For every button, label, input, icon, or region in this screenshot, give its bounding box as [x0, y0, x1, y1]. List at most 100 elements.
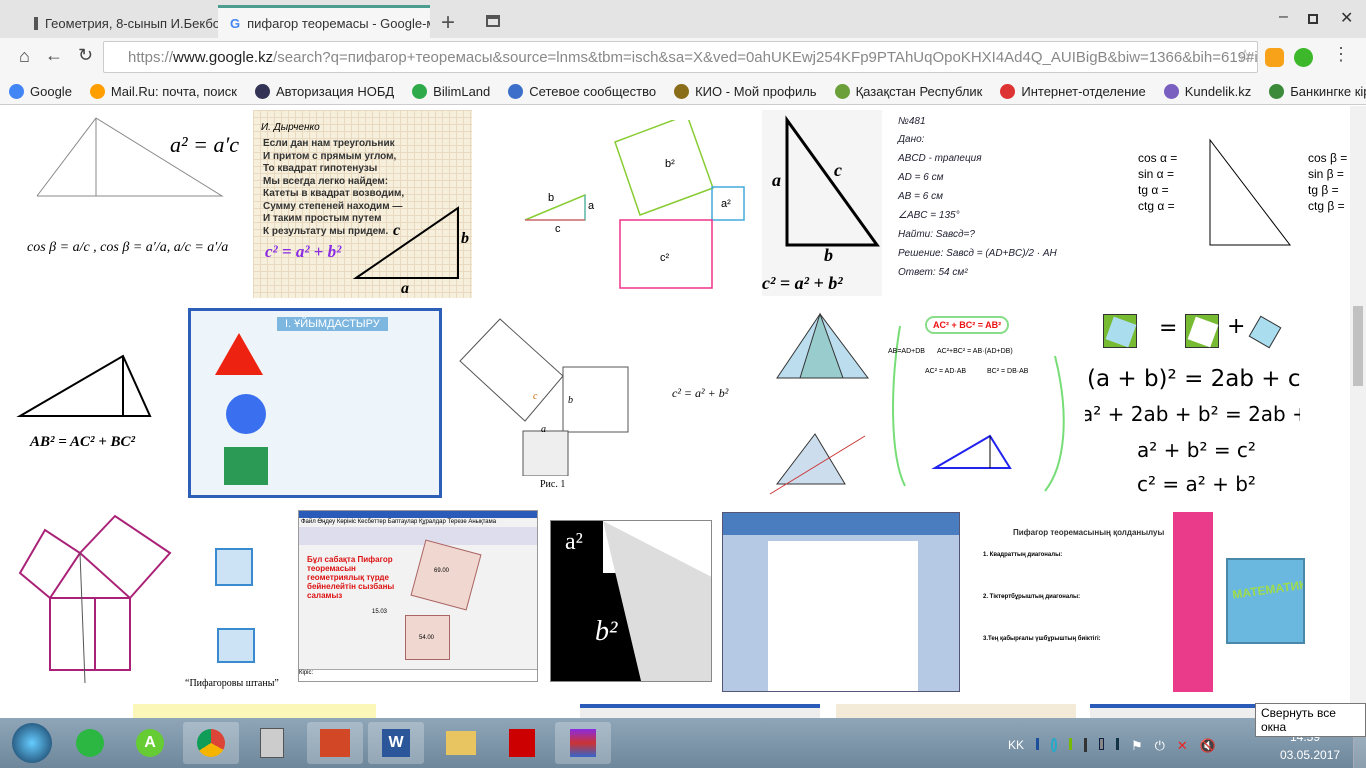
network-icon[interactable]: ✕	[1177, 738, 1188, 754]
image-result[interactable]: c² = a² + b²	[672, 386, 762, 406]
tab-bar: Геометрия, 8-сынып И.Бекбоев G пифагор т…	[0, 0, 1366, 38]
a-app-taskbar-icon[interactable]: A	[122, 722, 178, 764]
close-button[interactable]: ✕	[1340, 8, 1353, 28]
bookmark-item[interactable]: Авторизация НОБД	[246, 83, 403, 99]
bookmark-item[interactable]: Kundelik.kz	[1155, 83, 1260, 99]
text-line: ∠ABC = 135°	[898, 210, 960, 221]
image-result[interactable]: Пифагор теоремасының қолданылуы 1. Квадр…	[973, 512, 1213, 692]
tab-overview-icon[interactable]	[486, 15, 500, 27]
image-result[interactable]: a c b c² = a² + b²	[762, 110, 882, 296]
image-result[interactable]: AB² = AC² + BC²	[0, 306, 180, 466]
whatsapp-taskbar-icon[interactable]	[62, 722, 118, 764]
dolby-icon[interactable]	[1036, 738, 1040, 750]
image-result[interactable]: Файл Өңдеу Көрініс Кесбеттер Баптаулар Қ…	[298, 510, 538, 682]
image-result[interactable]: c b a Рис. 1	[455, 311, 640, 491]
triangle-diagram	[769, 312, 869, 495]
square-figure	[217, 628, 255, 663]
bookmark-item[interactable]: Сетевое сообщество	[499, 83, 665, 99]
text-line: sin α =	[1138, 167, 1174, 181]
bookmark-item[interactable]: Mail.Ru: почта, поиск	[81, 83, 246, 99]
image-result[interactable]	[765, 306, 880, 498]
winrar-taskbar-icon[interactable]	[555, 722, 611, 764]
start-button[interactable]	[12, 723, 52, 763]
square-figure	[1185, 314, 1219, 348]
scrollbar-thumb[interactable]	[1353, 306, 1363, 386]
image-result[interactable]	[133, 704, 376, 718]
power-icon[interactable]: ⏻	[1155, 738, 1165, 754]
reload-icon[interactable]: ↻	[78, 45, 93, 66]
google-icon: G	[230, 15, 241, 31]
tab-google[interactable]: G пифагор теоремасы - Google-м	[218, 5, 430, 38]
tab-geometry[interactable]: Геометрия, 8-сынып И.Бекбоев	[22, 8, 232, 38]
scrollbar[interactable]	[1350, 106, 1366, 718]
text-line: И притом с прямым углом,	[263, 150, 397, 162]
image-result[interactable]: = + (a + b)² = 2ab + c² a² + 2ab + b² = …	[1085, 310, 1300, 500]
minimize-button[interactable]: –	[1279, 8, 1288, 26]
home-icon[interactable]: ⌂	[19, 46, 30, 67]
nvidia-icon[interactable]	[1069, 738, 1073, 750]
text-line: ABCD - трапеция	[898, 153, 982, 164]
new-tab-button[interactable]: +	[441, 9, 455, 37]
bookmark-item[interactable]: Google	[0, 83, 81, 99]
address-bar[interactable]: https://www.google.kz/search?q=пифагор+т…	[103, 41, 1258, 73]
bookmark-item[interactable]: Интернет-отделение	[991, 83, 1154, 99]
acrobat-taskbar-icon[interactable]	[494, 722, 550, 764]
menu-icon[interactable]: ⋮	[1332, 44, 1350, 65]
triangle-shape	[215, 333, 263, 375]
chat-extension-icon[interactable]	[1265, 48, 1284, 67]
image-result[interactable]	[10, 508, 180, 688]
square-figure	[1248, 315, 1282, 349]
square-figure	[215, 548, 253, 586]
image-result[interactable]: I. ҰЙЫМДАСТЫРУ	[188, 308, 442, 498]
image-result[interactable]	[836, 704, 1076, 718]
text-line: cos α =	[1138, 151, 1178, 165]
bookmark-icon	[508, 83, 524, 99]
restore-button[interactable]	[1308, 14, 1318, 24]
star-icon[interactable]: ☆	[1237, 46, 1253, 67]
bookmark-item[interactable]: КИО - Мой профиль	[665, 83, 825, 99]
explorer-taskbar-icon[interactable]	[433, 722, 489, 764]
image-result[interactable]: №481 Дано: ABCD - трапеция AD = 6 см AB = 6 …	[893, 116, 1118, 294]
image-result[interactable]	[580, 704, 820, 718]
bookmark-item[interactable]: Қазақстан Республик	[826, 83, 992, 99]
calculator-taskbar-icon[interactable]	[244, 722, 300, 764]
image-result[interactable]: AC² + BC² = AB² AB=AD+DB AC²+BC² = AB·(A…	[885, 306, 1075, 498]
chrome-taskbar-icon[interactable]	[183, 722, 239, 764]
bookmark-icon	[412, 83, 428, 99]
tray-icons[interactable]: ⚑ ⏻ ✕ 🔇	[1036, 738, 1216, 754]
image-result[interactable]: МАТЕМАТИКА	[1226, 558, 1305, 644]
bookmark-icon	[1269, 83, 1285, 99]
image-result[interactable]: “Пифагоровы штаны”	[185, 508, 290, 694]
list-extension-icon[interactable]	[1294, 48, 1313, 67]
bookmark-item[interactable]: Банкингке кіру	[1260, 83, 1366, 99]
document-page	[768, 541, 918, 691]
bookmark-item[interactable]: BilimLand	[403, 83, 499, 99]
language-indicator[interactable]: KK	[1008, 738, 1024, 752]
image-result[interactable]: cos α = sin α = tg α = ctg α = cos β = sin β…	[1130, 110, 1350, 296]
image-result[interactable]: a² b²	[550, 520, 712, 682]
image-result[interactable]	[722, 512, 960, 692]
bookmark-icon	[9, 83, 24, 99]
powerpoint-taskbar-icon[interactable]	[307, 722, 363, 764]
monitor-icon[interactable]	[1115, 738, 1119, 750]
image-result[interactable]: b² a² c² a b c	[515, 120, 745, 290]
image-result[interactable]	[1090, 704, 1260, 718]
text-line: Решение: Sавсд = (AD+BC)/2 · AH	[898, 248, 1057, 259]
text-line: То квадрат гипотенузы	[263, 163, 378, 174]
wifi-icon[interactable]	[1051, 738, 1058, 752]
image-result[interactable]: И. Дырченко Если дан нам треугольник И пр…	[253, 110, 472, 298]
text-line: cos β =	[1308, 151, 1348, 165]
taskbar: A W KK ⚑ ⏻ ✕ 🔇 14:59 03.05.2017	[0, 718, 1366, 768]
bookmark-icon	[89, 83, 105, 99]
keyboard-icon[interactable]	[1084, 738, 1088, 752]
flag-icon[interactable]: ⚑	[1131, 738, 1143, 754]
word-taskbar-icon[interactable]: W	[368, 722, 424, 764]
display-icon[interactable]	[1099, 738, 1104, 750]
tooltip: Свернуть все окна	[1255, 703, 1366, 737]
back-icon[interactable]: ←	[45, 45, 63, 66]
image-result[interactable]: a² = a′c cos β = a/c , cos β = a′/a, a/c…	[0, 110, 245, 298]
toolbar: ⌂ ← ↻ https://www.google.kz/search?q=пиф…	[0, 38, 1366, 78]
text-line: sin β =	[1308, 167, 1344, 181]
bookmark-icon	[834, 83, 850, 99]
volume-muted-icon[interactable]: 🔇	[1200, 738, 1216, 754]
